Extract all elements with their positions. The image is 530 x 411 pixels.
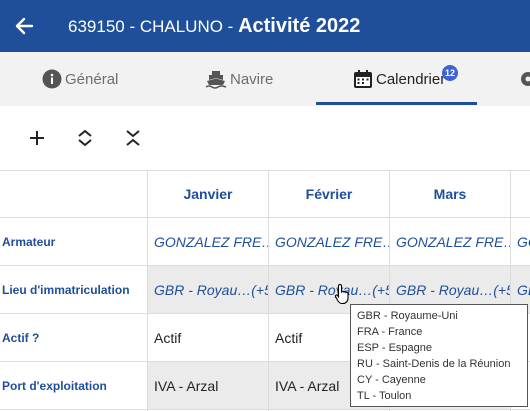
app-header: 639150 - CHALUNO - Activité 2022 <box>0 0 530 52</box>
tab-calendrier[interactable]: Calendrier <box>353 52 445 106</box>
add-button[interactable] <box>25 126 49 150</box>
toolbar <box>0 106 530 170</box>
tooltip-line: RU - Saint-Denis de la Réunion <box>357 358 511 370</box>
cell-armateur-janvier[interactable]: GONZALEZ FRE… <box>148 218 268 265</box>
row-label-armateur: Armateur <box>2 235 56 249</box>
plus-icon <box>30 131 44 145</box>
tab-calendrier-label: Calendrier <box>376 70 446 88</box>
unfold-more-icon <box>78 129 92 147</box>
info-icon <box>42 69 62 89</box>
cell-armateur-avril[interactable]: GO <box>511 218 530 265</box>
activity-title: Activité 2022 <box>238 14 361 37</box>
unfold-less-icon <box>126 130 140 146</box>
tooltip-line: GBR - Royaume-Uni <box>357 310 458 322</box>
page-title: 639150 - CHALUNO - Activité 2022 <box>68 15 360 38</box>
row-label-actif: Actif ? <box>2 331 40 345</box>
tab-navire[interactable]: Navire <box>205 52 273 106</box>
immatriculation-tooltip: GBR - Royaume-Uni FRA - France ESP - Esp… <box>350 304 528 407</box>
row-label-port-exploitation: Port d'exploitation <box>2 379 107 393</box>
tab-general-label: Général <box>65 70 119 88</box>
calendar-icon <box>353 69 373 89</box>
tab-settings[interactable] <box>518 52 530 106</box>
gear-icon <box>518 69 530 89</box>
back-button[interactable] <box>0 0 48 52</box>
tooltip-line: ESP - Espagne <box>357 342 433 354</box>
row-label-lieu-immatriculation: Lieu d'immatriculation <box>2 283 130 297</box>
column-header-janvier[interactable]: Janvier <box>148 170 268 217</box>
tooltip-line: TL - Toulon <box>357 390 412 402</box>
expand-button[interactable] <box>73 126 97 150</box>
cell-armateur-mars[interactable]: GONZALEZ FRE… <box>390 218 510 265</box>
collapse-button[interactable] <box>121 126 145 150</box>
cell-port-janvier[interactable]: IVA - Arzal <box>148 362 268 409</box>
vessel-code: 639150 - CHALUNO - <box>68 16 239 36</box>
cell-actif-janvier[interactable]: Actif <box>148 314 268 361</box>
tab-general[interactable]: Général <box>42 52 118 106</box>
cell-armateur-fevrier[interactable]: GONZALEZ FRE… <box>269 218 389 265</box>
tab-navire-label: Navire <box>230 70 274 88</box>
active-tab-indicator <box>316 102 477 105</box>
column-header-mars[interactable]: Mars <box>390 170 510 217</box>
calendar-count-badge: 12 <box>442 65 458 81</box>
hand-cursor-icon <box>334 283 352 310</box>
tooltip-line: CY - Cayenne <box>357 374 426 386</box>
ship-icon <box>205 69 227 89</box>
column-header-fevrier[interactable]: Février <box>269 170 389 217</box>
cell-lieu-janvier[interactable]: GBR - Royau…(+5) <box>148 266 268 313</box>
arrow-left-icon <box>15 17 34 35</box>
tooltip-line: FRA - France <box>357 326 423 338</box>
